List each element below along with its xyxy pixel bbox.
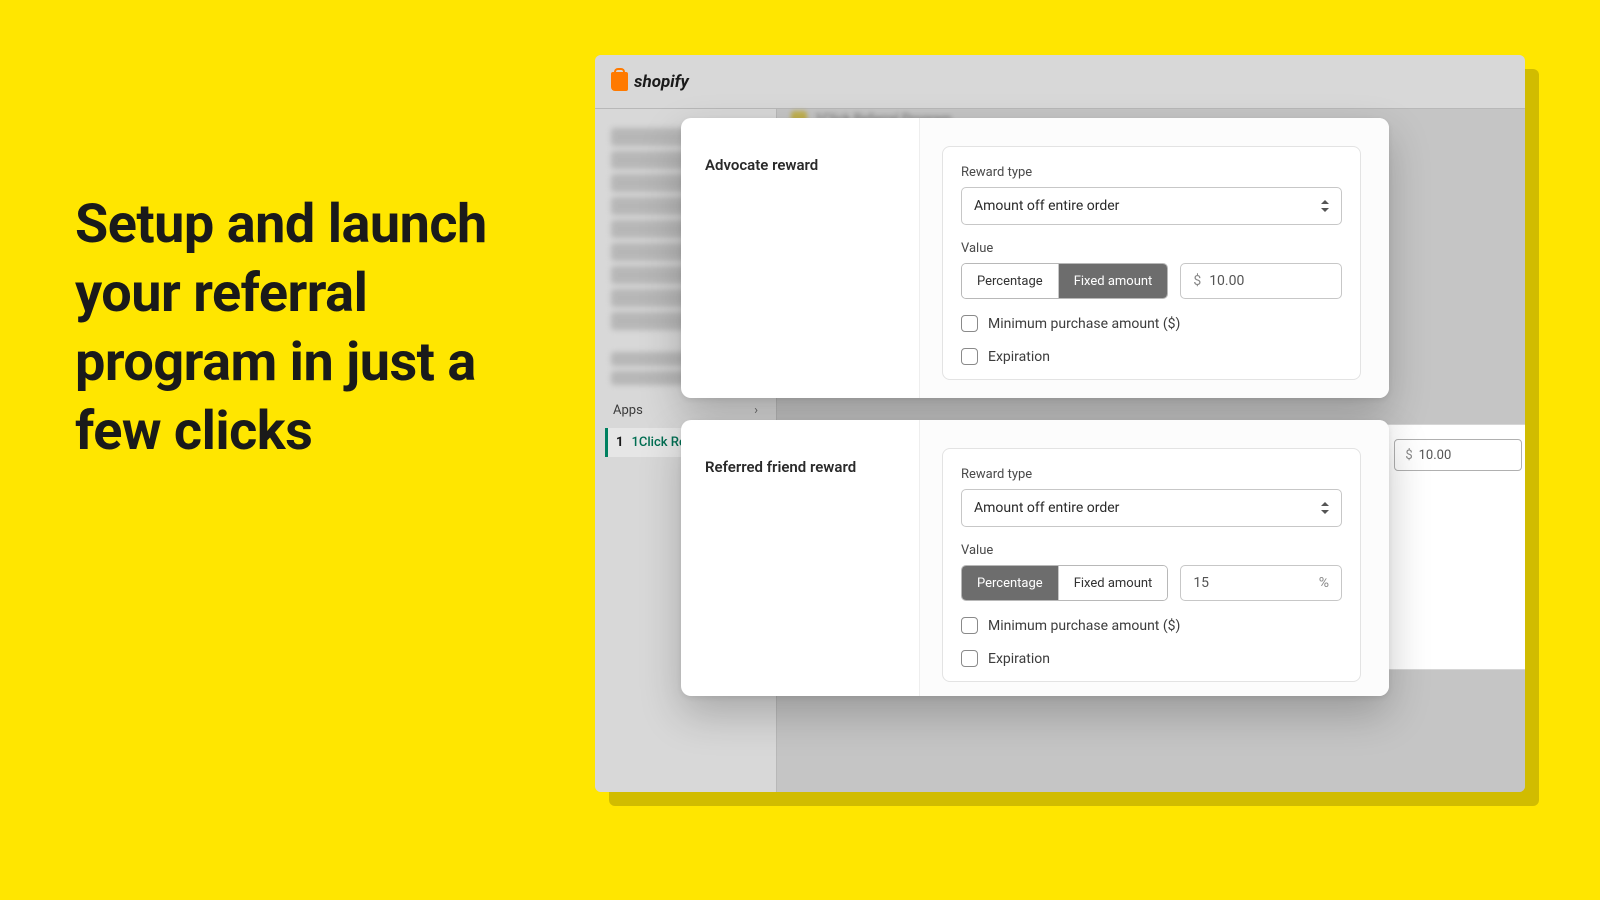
card-main: Reward type Amount off entire order Valu… [919,118,1389,398]
reward-type-label: Reward type [961,467,1342,482]
percent-suffix: % [1319,575,1329,591]
sidebar-item-index: 1 [616,435,623,450]
section-title: Referred friend reward [705,458,895,476]
value-input[interactable]: $ 10.00 [1394,439,1522,471]
currency-prefix: $ [1405,448,1412,463]
checkbox-icon[interactable] [961,650,978,667]
value-type-toggle[interactable]: Percentage Fixed amount [961,263,1168,299]
reward-type-value: Amount off entire order [974,198,1119,214]
app-header: shopify [595,55,1525,109]
reward-type-select[interactable]: Amount off entire order [961,489,1342,527]
currency-prefix: $ [1193,273,1201,289]
min-purchase-row[interactable]: Minimum purchase amount ($) [961,315,1342,332]
checkbox-icon[interactable] [961,348,978,365]
value-label: Value [961,241,1342,256]
reward-type-value: Amount off entire order [974,500,1119,516]
marketing-headline: Setup and launch your referral program i… [75,190,545,466]
shopping-bag-icon [611,72,628,91]
value-type-toggle[interactable]: Percentage Fixed amount [961,565,1168,601]
toggle-percentage[interactable]: Percentage [962,264,1058,298]
toggle-fixed-amount[interactable]: Fixed amount [1058,264,1168,298]
card-side: Advocate reward [681,118,919,398]
checkbox-icon[interactable] [961,617,978,634]
card-main: Reward type Amount off entire order Valu… [919,420,1389,696]
shopify-logo: shopify [611,72,689,92]
value-label: Value [961,543,1342,558]
toggle-fixed-amount[interactable]: Fixed amount [1058,566,1168,600]
card-side: Referred friend reward [681,420,919,696]
settings-panel: Reward type Amount off entire order Valu… [942,448,1361,682]
expiration-row[interactable]: Expiration [961,348,1342,365]
brand-name: shopify [634,72,689,92]
expiration-label: Expiration [988,349,1050,365]
value-text: 10.00 [1419,448,1452,463]
advocate-reward-card: Advocate reward Reward type Amount off e… [681,118,1389,398]
reward-type-select[interactable]: Amount off entire order [961,187,1342,225]
min-purchase-row[interactable]: Minimum purchase amount ($) [961,617,1342,634]
min-purchase-label: Minimum purchase amount ($) [988,618,1180,634]
checkbox-icon[interactable] [961,315,978,332]
chevron-right-icon: › [754,403,758,418]
value-text: 15 [1193,575,1209,591]
value-input[interactable]: $ 10.00 [1180,263,1342,299]
section-title: Advocate reward [705,156,895,174]
value-text: 10.00 [1209,273,1244,289]
toggle-percentage[interactable]: Percentage [962,566,1058,600]
reward-type-label: Reward type [961,165,1342,180]
sidebar-apps-label: Apps [613,403,643,418]
settings-panel: Reward type Amount off entire order Valu… [942,146,1361,380]
min-purchase-label: Minimum purchase amount ($) [988,316,1180,332]
value-input[interactable]: 15 % [1180,565,1342,601]
expiration-label: Expiration [988,651,1050,667]
referred-friend-reward-card: Referred friend reward Reward type Amoun… [681,420,1389,696]
expiration-row[interactable]: Expiration [961,650,1342,667]
